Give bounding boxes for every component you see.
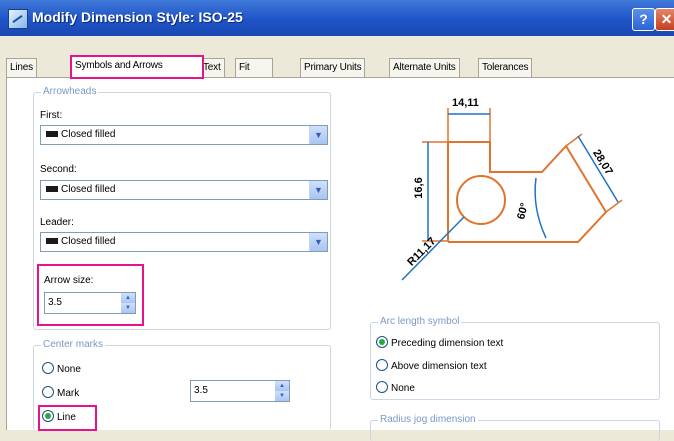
tab-symbols-and-arrows[interactable]: Symbols and Arrows <box>70 55 204 79</box>
radio-checked-icon <box>42 410 54 422</box>
dim-top-text: 14,11 <box>452 97 479 109</box>
tab-primary-units[interactable]: Primary Units <box>300 58 366 77</box>
first-label: First: <box>40 110 63 121</box>
center-mark-line-radio[interactable]: Line <box>42 410 76 423</box>
center-mark-mark-radio[interactable]: Mark <box>42 386 79 399</box>
closed-filled-arrow-icon <box>46 238 58 245</box>
chevron-down-icon[interactable]: ▼ <box>309 233 327 251</box>
arc-above-radio[interactable]: Above dimension text <box>376 359 487 372</box>
spin-up-icon[interactable]: ▲ <box>121 293 135 303</box>
radio-unchecked-icon <box>42 362 54 374</box>
leader-arrowhead-value: Closed filled <box>61 236 116 247</box>
spin-down-icon[interactable]: ▼ <box>275 391 289 401</box>
chevron-down-icon[interactable]: ▼ <box>309 126 327 144</box>
title-bar: Modify Dimension Style: ISO-25 ? ✕ <box>0 0 674 36</box>
second-arrowhead-select[interactable]: Closed filled ▼ <box>40 180 328 200</box>
spin-down-icon[interactable]: ▼ <box>121 303 135 313</box>
dim-left-text: 16,6 <box>413 177 425 198</box>
dimension-style-icon <box>8 9 28 29</box>
first-arrowhead-value: Closed filled <box>61 129 116 140</box>
tab-alternate-units[interactable]: Alternate Units <box>389 58 460 77</box>
leader-arrowhead-select[interactable]: Closed filled ▼ <box>40 232 328 252</box>
leader-label: Leader: <box>40 217 74 228</box>
window-title: Modify Dimension Style: ISO-25 <box>32 9 243 25</box>
center-mark-none-radio[interactable]: None <box>42 362 81 375</box>
object-outline <box>447 141 608 243</box>
radio-checked-icon <box>376 336 388 348</box>
center-marks-title: Center marks <box>41 339 106 350</box>
first-arrowhead-select[interactable]: Closed filled ▼ <box>40 125 328 145</box>
help-button[interactable]: ? <box>632 8 655 31</box>
radius-jog-title: Radius jog dimension <box>378 414 478 425</box>
radio-unchecked-icon <box>376 381 388 393</box>
center-mark-size-spinner[interactable]: 3.5 ▲ ▼ <box>190 380 290 402</box>
center-mark-size-value: 3.5 <box>194 385 208 396</box>
dim-angle-text: 60° <box>515 202 531 221</box>
object-circle <box>456 175 506 225</box>
dimension-preview-drawing: 14,11 16,6 28,07 60° R11,17 <box>401 97 623 281</box>
closed-filled-arrow-icon <box>46 131 58 138</box>
arrow-size-value: 3.5 <box>48 297 62 308</box>
second-label: Second: <box>40 164 77 175</box>
second-arrowhead-value: Closed filled <box>61 184 116 195</box>
radius-jog-group: Radius jog dimension <box>370 414 660 441</box>
arrow-size-spinner[interactable]: 3.5 ▲ ▼ <box>44 292 136 314</box>
close-button[interactable]: ✕ <box>655 8 674 31</box>
tab-tolerances[interactable]: Tolerances <box>478 58 533 77</box>
dim-radius-text: R11,17 <box>405 235 438 268</box>
tab-lines[interactable]: Lines <box>6 58 37 77</box>
tab-fit[interactable]: Fit <box>235 58 273 77</box>
arc-preceding-radio[interactable]: Preceding dimension text <box>376 336 503 349</box>
arrow-size-label: Arrow size: <box>44 275 94 286</box>
radio-unchecked-icon <box>42 386 54 398</box>
radio-unchecked-icon <box>376 359 388 371</box>
spin-up-icon[interactable]: ▲ <box>275 381 289 391</box>
arc-length-symbol-title: Arc length symbol <box>378 316 462 327</box>
preview-pane: 14,11 16,6 28,07 60° R11,17 <box>360 88 650 300</box>
chevron-down-icon[interactable]: ▼ <box>309 181 327 199</box>
arc-none-radio[interactable]: None <box>376 381 415 394</box>
closed-filled-arrow-icon <box>46 186 58 193</box>
arrowheads-title: Arrowheads <box>41 86 99 97</box>
